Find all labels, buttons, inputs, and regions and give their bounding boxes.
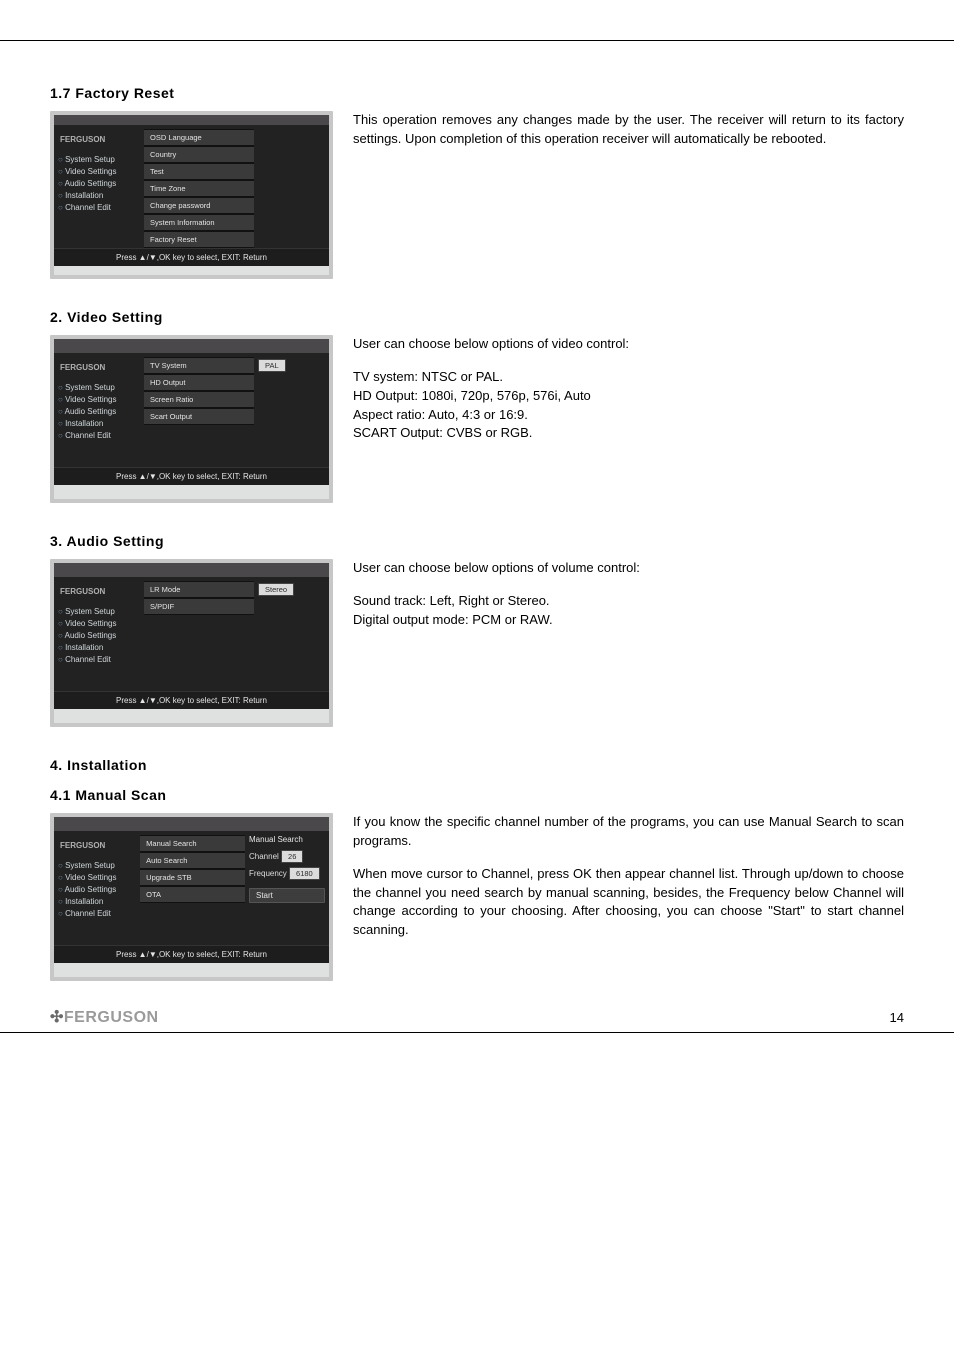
sidebar-item: Audio Settings [58,885,136,894]
sidebar-item: System Setup [58,607,140,616]
menu-item: Manual Search [140,835,245,852]
menu-item: Time Zone [144,180,254,197]
body-text: User can choose below options of video c… [353,335,904,354]
brand-text: FERGUSON [64,1009,159,1026]
menu-item: TV System [144,357,254,374]
value-pill: PAL [258,359,286,372]
body-text: HD Output: 1080i, 720p, 576p, 576i, Auto [353,387,904,406]
menu-item: Factory Reset [144,231,254,248]
sidebar-item: Video Settings [58,619,140,628]
sidebar-item: Video Settings [58,167,140,176]
sidebar-item: Installation [58,897,136,906]
heading-3: 3. Audio Setting [50,533,904,549]
sidebar-item: Channel Edit [58,431,140,440]
menu-item: OSD Language [144,129,254,146]
hint-text: Press ▲/▼,OK key to select, EXIT: Return [54,945,329,963]
hint-text: Press ▲/▼,OK key to select, EXIT: Return [54,691,329,709]
screenshot-factory-reset: FERGUSON System Setup Video Settings Aud… [50,111,333,279]
sidebar-item: Video Settings [58,873,136,882]
menu-item: Upgrade STB [140,869,245,886]
sidebar-item: Installation [58,191,140,200]
sidebar-item: Audio Settings [58,631,140,640]
body-text: TV system: NTSC or PAL. [353,368,904,387]
menu-item: Change password [144,197,254,214]
stb-brand: FERGUSON [60,135,140,144]
menu-item: LR Mode [144,581,254,598]
menu-item: Scart Output [144,408,254,425]
label-channel: Channel [249,852,279,861]
heading-4-1: 4.1 Manual Scan [50,787,904,803]
screenshot-audio-setting: FERGUSON System Setup Video Settings Aud… [50,559,333,727]
body-text: User can choose below options of volume … [353,559,904,578]
value-pill: 6180 [289,867,320,880]
panel-title: Manual Search [249,835,325,844]
body-text: SCART Output: CVBS or RGB. [353,424,904,443]
sidebar-item: Installation [58,419,140,428]
brand-glyph-icon: ✣ [50,1009,64,1026]
body-text: If you know the specific channel number … [353,813,904,851]
sidebar-item: Video Settings [58,395,140,404]
body-text: Aspect ratio: Auto, 4:3 or 16:9. [353,406,904,425]
sidebar-item: Channel Edit [58,655,140,664]
screenshot-video-setting: FERGUSON System Setup Video Settings Aud… [50,335,333,503]
menu-item: Auto Search [140,852,245,869]
sidebar-item: System Setup [58,861,136,870]
heading-2: 2. Video Setting [50,309,904,325]
value-pill: Stereo [258,583,294,596]
sidebar-item: Audio Settings [58,407,140,416]
body-text: Sound track: Left, Right or Stereo. [353,592,904,611]
body-text: This operation removes any changes made … [353,111,904,149]
menu-item: Country [144,146,254,163]
menu-item: Test [144,163,254,180]
screenshot-manual-scan: FERGUSON System Setup Video Settings Aud… [50,813,333,981]
menu-item: S/PDIF [144,598,254,615]
sidebar-item: Installation [58,643,140,652]
menu-item: OTA [140,886,245,903]
sidebar-item: Channel Edit [58,203,140,212]
heading-4: 4. Installation [50,757,904,773]
hint-text: Press ▲/▼,OK key to select, EXIT: Return [54,467,329,485]
sidebar-item: System Setup [58,383,140,392]
page-number: 14 [890,1010,904,1025]
label-frequency: Frequency [249,869,287,878]
body-text: Digital output mode: PCM or RAW. [353,611,904,630]
menu-item: HD Output [144,374,254,391]
value-pill: 26 [281,850,303,863]
menu-item: System Information [144,214,254,231]
stb-brand: FERGUSON [60,587,140,596]
stb-brand: FERGUSON [60,363,140,372]
stb-brand: FERGUSON [60,841,136,850]
start-button: Start [249,888,325,903]
sidebar-item: Audio Settings [58,179,140,188]
menu-item: Screen Ratio [144,391,254,408]
hint-text: Press ▲/▼,OK key to select, EXIT: Return [54,248,329,266]
footer-brand: ✣FERGUSON [50,1007,159,1027]
body-text: When move cursor to Channel, press OK th… [353,865,904,940]
heading-1-7: 1.7 Factory Reset [50,85,904,101]
sidebar-item: System Setup [58,155,140,164]
sidebar-item: Channel Edit [58,909,136,918]
